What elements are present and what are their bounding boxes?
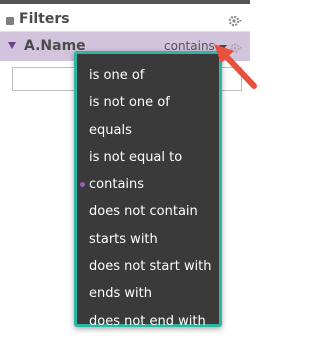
menu-item[interactable]: is not equal to bbox=[77, 144, 219, 171]
menu-item[interactable]: does not start with bbox=[77, 253, 219, 280]
menu-item[interactable]: ends with bbox=[77, 280, 219, 307]
menu-item[interactable]: does not contain bbox=[77, 198, 219, 225]
gear-icon[interactable] bbox=[228, 14, 242, 28]
menu-item-label: does not end with bbox=[89, 313, 206, 329]
operator-menu: is one of is not one of equals is not equal… bbox=[74, 51, 222, 329]
menu-item[interactable]: is not one of bbox=[77, 89, 219, 116]
panel-title: Filters bbox=[19, 11, 70, 27]
menu-item-label: ends with bbox=[89, 286, 152, 302]
menu-item-label: does not contain bbox=[89, 204, 198, 220]
selected-dot-icon bbox=[80, 182, 85, 188]
operator-menu-list: is one of is not one of equals is not equal… bbox=[77, 54, 219, 335]
filters-panel-header: Filters bbox=[0, 4, 250, 32]
menu-item-label: is one of bbox=[89, 68, 145, 83]
annotation-arrow bbox=[214, 44, 257, 89]
menu-item-label: starts with bbox=[89, 231, 158, 247]
menu-item[interactable]: is one of bbox=[77, 62, 219, 89]
expand-arrow-icon[interactable] bbox=[8, 42, 16, 49]
menu-item[interactable]: equals bbox=[77, 117, 219, 144]
menu-item[interactable]: starts with bbox=[77, 226, 219, 253]
filter-panel-icon bbox=[6, 17, 14, 25]
menu-item-label: does not start with bbox=[89, 259, 212, 275]
menu-item[interactable]: does not end with bbox=[77, 308, 219, 335]
menu-item-label: equals bbox=[89, 122, 132, 138]
menu-item[interactable]: contains bbox=[77, 171, 219, 198]
menu-item-label: contains bbox=[89, 177, 145, 193]
menu-item-label: is not one of bbox=[89, 95, 170, 111]
menu-item-label: is not equal to bbox=[89, 149, 183, 165]
